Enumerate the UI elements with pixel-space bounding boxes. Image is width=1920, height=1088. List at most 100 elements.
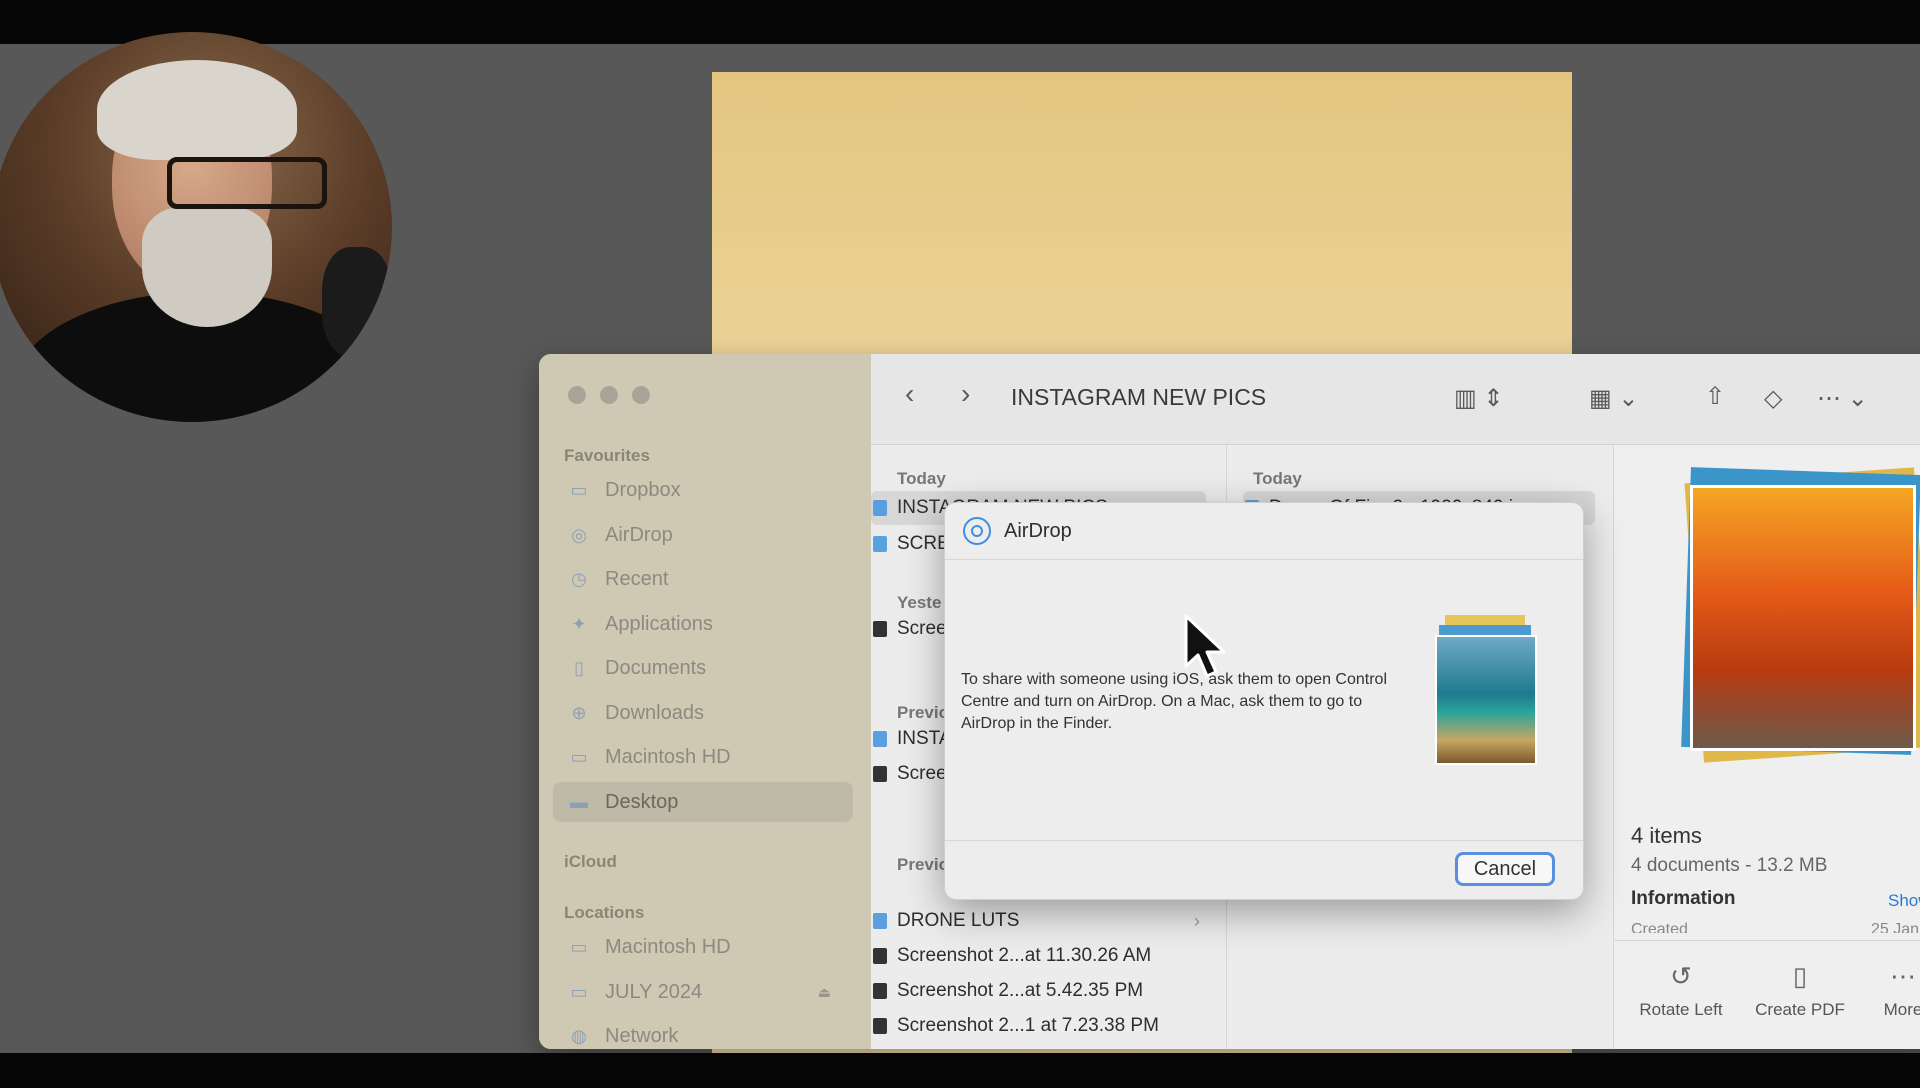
- favourites-header: Favourites: [564, 446, 650, 465]
- sidebar-item-label: Applications: [605, 612, 713, 635]
- sidebar-item-label: Recent: [605, 567, 669, 590]
- sidebar-item-label: Desktop: [605, 790, 679, 813]
- tag-icon[interactable]: ◇: [1764, 384, 1782, 413]
- chevron-right-icon: ›: [1194, 910, 1200, 931]
- airdrop-dialog: AirDrop To share with someone using iOS,…: [944, 502, 1584, 900]
- file-name: Scree: [897, 763, 947, 784]
- file-name: DRONE LUTS: [897, 910, 1020, 931]
- document-icon: [873, 766, 887, 782]
- pdf-icon: ▯: [1792, 961, 1808, 991]
- folder-icon: [873, 731, 887, 747]
- folder-icon: [873, 500, 887, 516]
- action-label: Create PDF: [1755, 1000, 1845, 1019]
- show-more-link[interactable]: Show: [1888, 891, 1920, 911]
- column-1-yesterday-header: Yeste: [897, 593, 942, 612]
- column-2-today-header: Today: [1253, 469, 1302, 488]
- more-button[interactable]: ⋯ More: [1848, 961, 1920, 1020]
- sidebar-item-label: Macintosh HD: [605, 935, 731, 958]
- sidebar-item-recent[interactable]: ◷ Recent: [553, 559, 853, 599]
- disk-icon: ▭: [570, 937, 588, 957]
- eject-icon[interactable]: ⏏: [818, 984, 831, 1001]
- icloud-header: iCloud: [564, 852, 617, 871]
- share-icon[interactable]: ⇧: [1705, 382, 1725, 411]
- action-label: More: [1883, 1000, 1920, 1019]
- file-name: SCRE: [897, 533, 950, 554]
- preview-photo-stack: [1674, 465, 1920, 765]
- quick-actions: ↺ Rotate Left ▯ Create PDF ⋯ More: [1614, 940, 1920, 1049]
- letterbox-bottom: [0, 1053, 1920, 1088]
- applications-icon: ✦: [571, 614, 587, 634]
- webcam-glasses: [167, 157, 327, 209]
- sidebar-item-macintosh-hd[interactable]: ▭ Macintosh HD: [553, 737, 853, 777]
- create-pdf-button[interactable]: ▯ Create PDF: [1745, 961, 1855, 1020]
- sidebar-item-label: Downloads: [605, 701, 704, 724]
- airdrop-icon: ◎: [571, 525, 587, 545]
- column-1-previous-header: Previo: [897, 703, 949, 722]
- webcam-hair: [97, 60, 297, 160]
- dialog-message: To share with someone using iOS, ask the…: [961, 671, 1387, 732]
- information-heading: Information: [1631, 888, 1736, 909]
- folder-icon: [873, 536, 887, 552]
- cancel-button[interactable]: Cancel: [1455, 852, 1555, 886]
- minimize-window-button[interactable]: [600, 386, 618, 404]
- sidebar-item-airdrop[interactable]: ◎ AirDrop: [553, 515, 853, 555]
- document-icon: [873, 1018, 887, 1034]
- list-item[interactable]: DRONE LUTS ›: [871, 904, 1226, 938]
- back-chevron-icon[interactable]: ‹: [905, 378, 914, 410]
- dialog-footer-divider: [945, 840, 1583, 841]
- group-view-icon[interactable]: ▦ ⌄: [1589, 384, 1638, 413]
- finder-sidebar: Favourites ▭ Dropbox ◎ AirDrop ◷ Recent …: [539, 354, 871, 1049]
- column-view-icon[interactable]: ▥ ⇕: [1454, 384, 1503, 413]
- list-item[interactable]: Screenshot 2...1 at 7.23.38 PM: [871, 1009, 1226, 1043]
- list-item[interactable]: Screenshot 2...at 11.30.26 AM: [871, 939, 1226, 973]
- stack-photo-front: [1690, 485, 1916, 751]
- file-name: Scree: [897, 618, 947, 639]
- sidebar-item-label: AirDrop: [605, 523, 673, 546]
- action-label: Rotate Left: [1639, 1000, 1723, 1019]
- sidebar-item-label: Documents: [605, 656, 707, 679]
- finder-toolbar: ‹ › INSTAGRAM NEW PICS ▥ ⇕ ▦ ⌄ ⇧ ◇ ⋯ ⌄: [871, 354, 1920, 445]
- rotate-left-button[interactable]: ↺ Rotate Left: [1626, 961, 1736, 1020]
- sidebar-item-label: JULY 2024: [605, 980, 703, 1003]
- sidebar-item-label: Network: [605, 1024, 679, 1047]
- list-item[interactable]: Screenshot 2...at 5.42.35 PM: [871, 974, 1226, 1008]
- window-title: INSTAGRAM NEW PICS: [1011, 384, 1267, 410]
- file-name: Screenshot 2...at 11.30.26 AM: [897, 945, 1152, 966]
- zoom-window-button[interactable]: [632, 386, 650, 404]
- webcam-microphone: [322, 247, 392, 357]
- dialog-header: AirDrop: [945, 503, 1583, 560]
- sidebar-item-downloads[interactable]: ⊕ Downloads: [553, 693, 853, 733]
- sidebar-item-location-july-2024[interactable]: ▭ JULY 2024 ⏏: [553, 972, 853, 1012]
- item-count: 4 items: [1631, 823, 1702, 848]
- shared-items-thumbnail: [1435, 615, 1537, 780]
- sidebar-item-desktop[interactable]: ▬ Desktop: [553, 782, 853, 822]
- sidebar-item-label: Macintosh HD: [605, 745, 731, 768]
- disk-icon: ▭: [570, 982, 588, 1002]
- file-name: Screenshot 2...at 5.42.35 PM: [897, 980, 1144, 1001]
- locations-header: Locations: [564, 903, 645, 922]
- folder-icon: [873, 913, 887, 929]
- sidebar-item-location-macintosh-hd[interactable]: ▭ Macintosh HD: [553, 927, 853, 967]
- sidebar-item-location-network[interactable]: ◍ Network: [553, 1016, 853, 1049]
- created-label: Created: [1631, 921, 1688, 933]
- sidebar-item-dropbox[interactable]: ▭ Dropbox: [553, 470, 853, 510]
- item-summary: 4 documents - 13.2 MB: [1631, 855, 1828, 876]
- more-icon: ⋯: [1890, 961, 1916, 991]
- preview-pane: 4 items 4 documents - 13.2 MB Informatio…: [1614, 445, 1920, 1049]
- download-icon: ⊕: [571, 703, 587, 723]
- network-icon: ◍: [571, 1026, 587, 1046]
- forward-chevron-icon[interactable]: ›: [961, 378, 970, 410]
- column-1-today-header: Today: [897, 469, 946, 488]
- clock-icon: ◷: [571, 569, 587, 589]
- sidebar-item-applications[interactable]: ✦ Applications: [553, 604, 853, 644]
- close-window-button[interactable]: [568, 386, 586, 404]
- document-icon: [873, 983, 887, 999]
- webcam-overlay: [0, 32, 392, 422]
- more-actions-icon[interactable]: ⋯ ⌄: [1817, 384, 1868, 413]
- document-icon: ▯: [574, 658, 584, 678]
- file-name: Screenshot 2...1 at 7.23.38 PM: [897, 1015, 1159, 1036]
- folder-icon: ▭: [570, 480, 588, 500]
- column-1-previous-header-2: Previo: [897, 855, 949, 874]
- letterbox-top: [0, 0, 1920, 44]
- sidebar-item-documents[interactable]: ▯ Documents: [553, 648, 853, 688]
